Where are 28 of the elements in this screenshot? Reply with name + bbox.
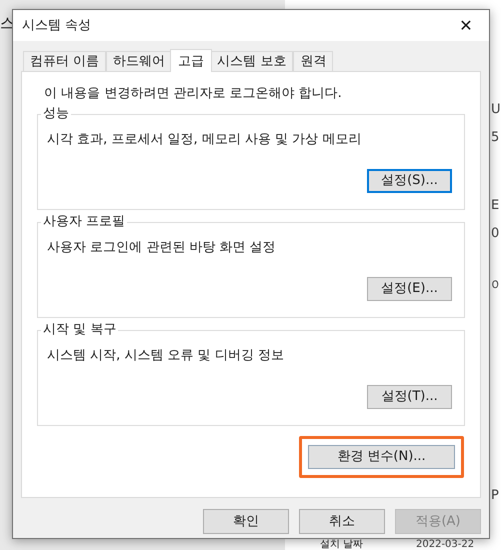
group-description: 시각 효과, 프로세서 일정, 메모리 사용 및 가상 메모리: [47, 130, 362, 148]
background-text: 2022-03-22: [416, 539, 474, 550]
background-text: P: [491, 487, 499, 505]
group-title: 사용자 프로필: [41, 214, 128, 230]
tab[interactable]: 원격: [293, 51, 334, 71]
background-text: 이: [491, 277, 501, 295]
tab[interactable]: 하드웨어: [106, 51, 172, 71]
environment-variables-button[interactable]: 환경 변수(N)...: [308, 444, 455, 468]
dialog-button[interactable]: 확인: [203, 509, 289, 534]
group-description: 사용자 로그인에 관련된 바탕 화면 설정: [47, 238, 277, 256]
background-text: 설치 날짜: [320, 539, 364, 550]
settings-button[interactable]: 설정(E)...: [367, 277, 452, 301]
group-title: 성능: [41, 106, 71, 122]
notice-text: 이 내용을 변경하려면 관리자로 로그온해야 합니다.: [44, 85, 343, 103]
dialog-button[interactable]: 취소: [299, 509, 385, 534]
settings-button[interactable]: 설정(S)...: [367, 169, 452, 193]
background-text: U: [491, 101, 501, 119]
background-text: 5: [491, 129, 500, 147]
settings-button[interactable]: 설정(T)...: [367, 385, 452, 409]
tab[interactable]: 컴퓨터 이름: [23, 51, 106, 71]
group-description: 시스템 시작, 시스템 오류 및 디버깅 정보: [47, 346, 285, 364]
tab[interactable]: 고급: [170, 49, 212, 72]
close-button[interactable]: ✕: [443, 10, 489, 41]
tab[interactable]: 시스템 보호: [210, 51, 294, 71]
background-text: E: [491, 197, 500, 215]
background-text: 0: [491, 225, 500, 243]
window-title: 시스템 속성: [22, 16, 92, 35]
group-title: 시작 및 복구: [41, 322, 118, 338]
